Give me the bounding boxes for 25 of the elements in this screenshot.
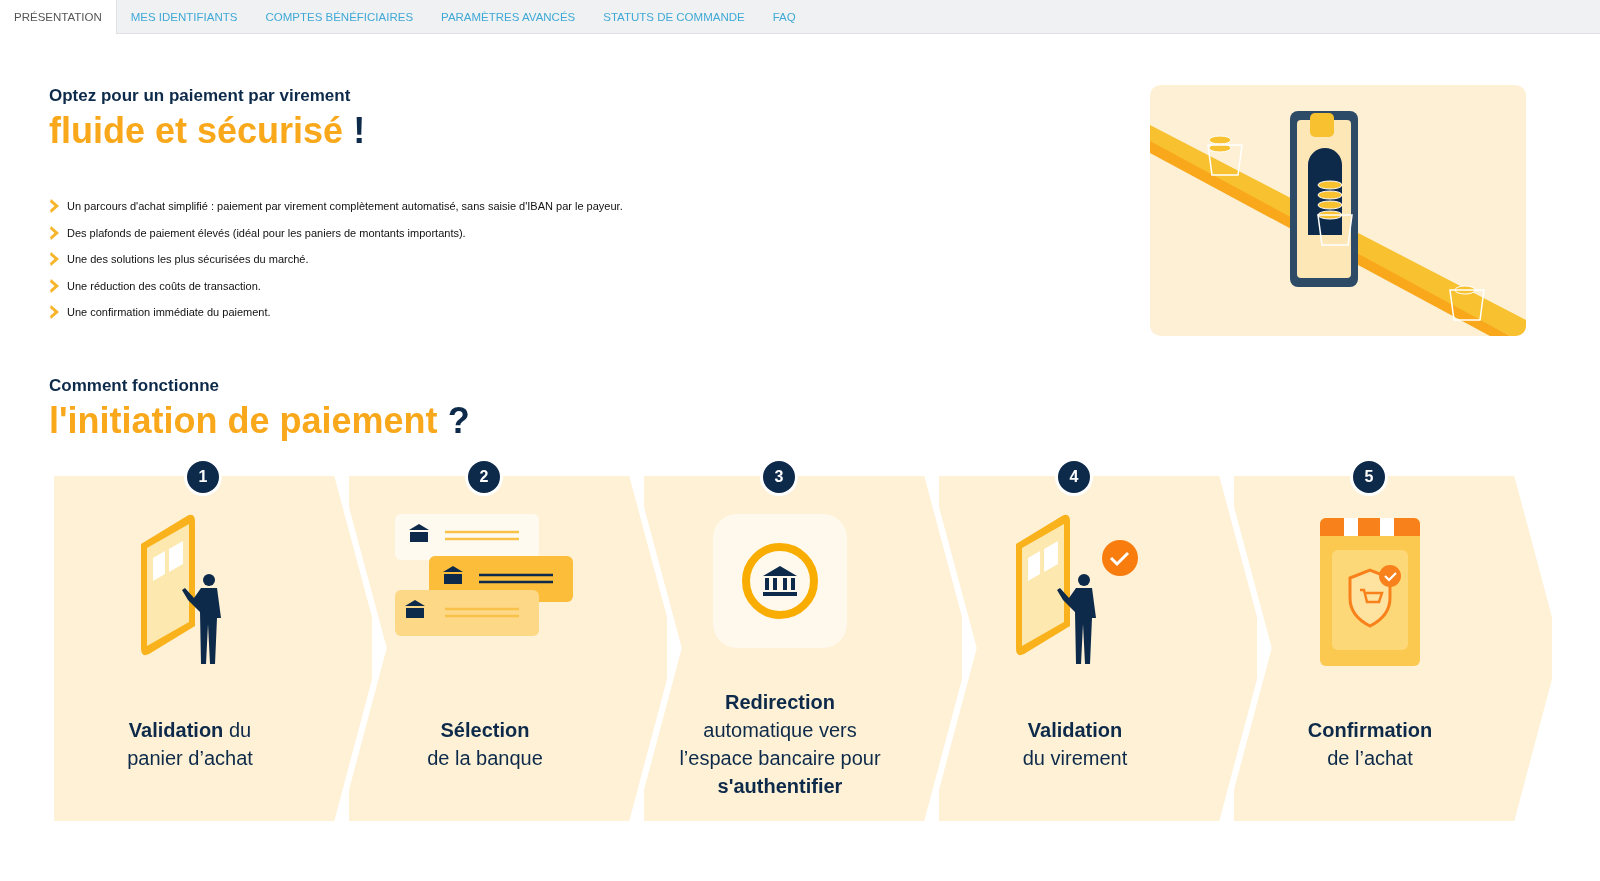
benefit-text: Un parcours d'achat simplifié : paiement par virement complètement automatisé, sans saisie d'IBAN par le payeur. — [67, 200, 623, 212]
step-caption: Validation du panier d’achat — [127, 717, 253, 771]
step-number: 5 — [1350, 458, 1388, 496]
tab[interactable]: MES IDENTIFIANTS — [116, 0, 252, 34]
benefit-text: Une réduction des coûts de transaction. — [67, 279, 261, 292]
tab[interactable]: FAQ — [758, 0, 810, 34]
intro-headline: fluide et sécurisé ! — [49, 110, 367, 152]
benefit-text: Une confirmation immédiate du paiement. — [67, 306, 271, 318]
step-caption: Validation du virement — [1022, 717, 1128, 771]
tab[interactable]: COMPTES BÉNÉFICIAIRES — [251, 0, 428, 34]
benefit-text: Des plafonds de paiement élevés (idéal pour les paniers de montants importants). — [67, 226, 466, 239]
tab[interactable]: STATUTS DE COMMANDE — [589, 0, 759, 34]
step-number: 4 — [1055, 458, 1093, 496]
step-caption: Sélection de la banque — [427, 717, 543, 771]
step-number: 1 — [184, 458, 222, 496]
tab[interactable]: PARAMÈTRES AVANCÉS — [427, 0, 590, 34]
intro-lead: Optez pour un paiement par virement — [49, 86, 352, 106]
step-number: 2 — [465, 458, 503, 496]
section-headline: l'initiation de paiement ? — [49, 400, 471, 442]
tab[interactable]: PRÉSENTATION — [0, 0, 117, 34]
step-number: 3 — [760, 458, 798, 496]
step-caption: Confirmation de l’achat — [1307, 717, 1433, 771]
section-lead: Comment fonctionne — [49, 376, 220, 396]
step-caption: Redirection automatique vers l’espace bancaire pour s'authentifier — [679, 689, 881, 799]
benefit-text: Une des solutions les plus sécurisées du marché. — [67, 253, 309, 265]
